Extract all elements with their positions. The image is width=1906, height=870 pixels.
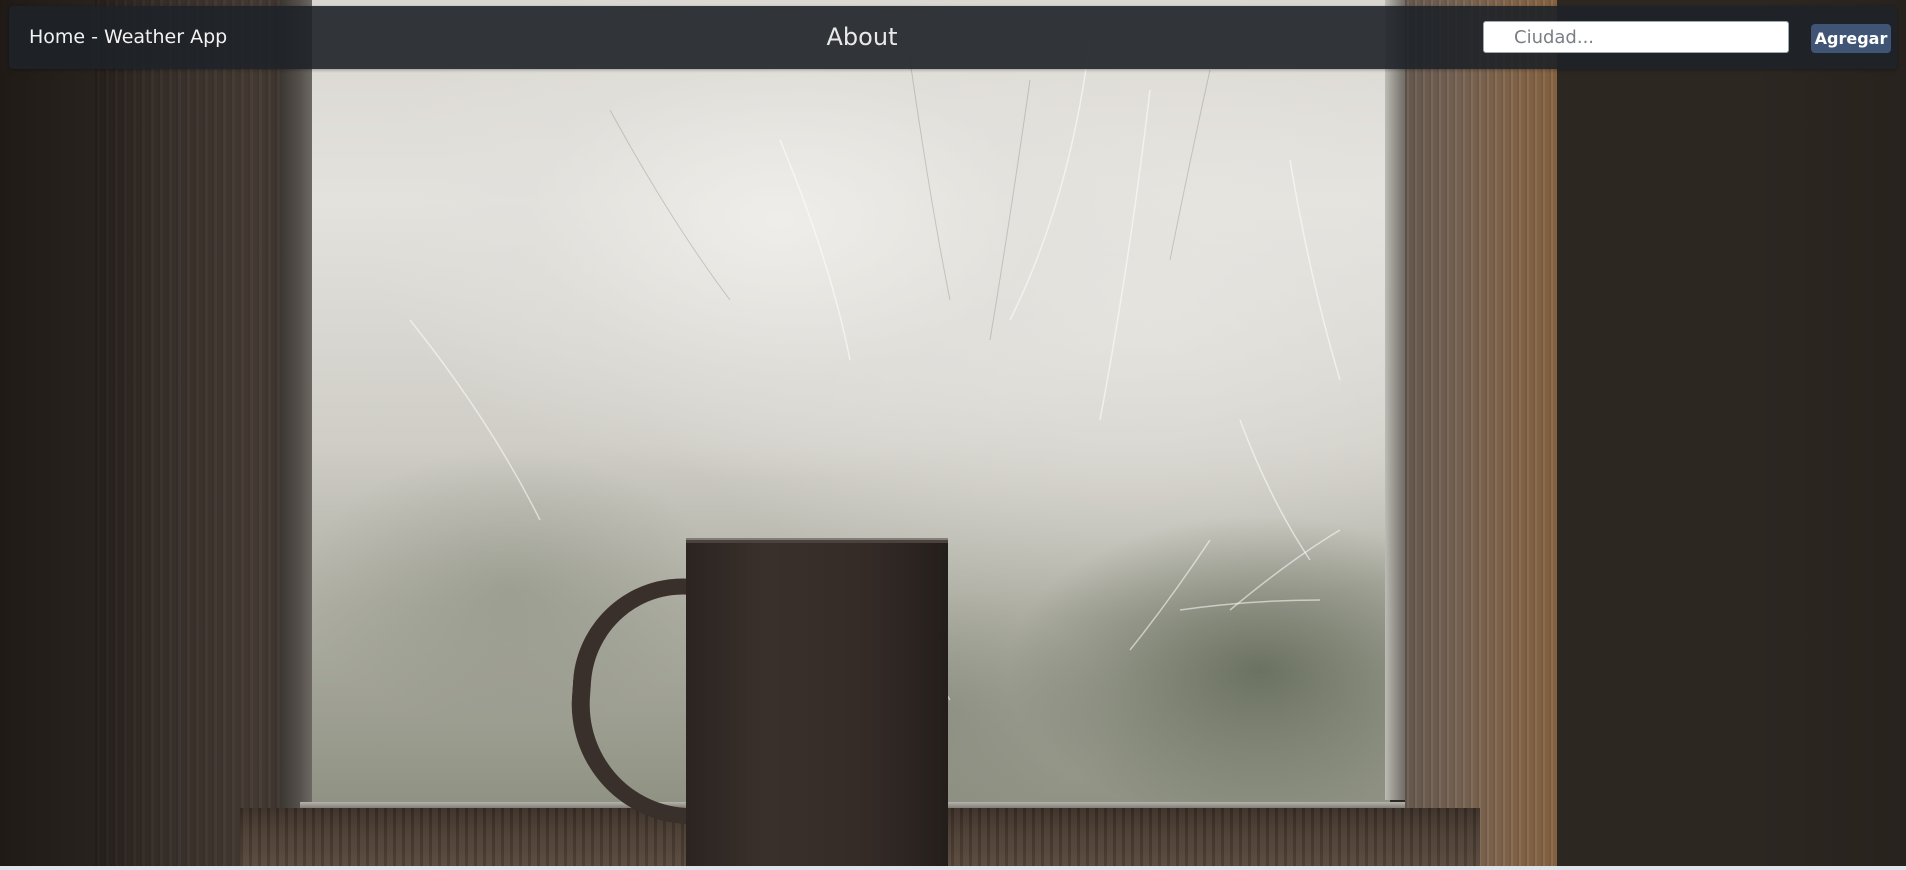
add-city-form: Agregar — [1483, 21, 1895, 55]
city-search-input[interactable] — [1483, 21, 1789, 53]
mug — [686, 540, 948, 866]
window-frame-left — [95, 0, 310, 866]
nav-about-link[interactable]: About — [817, 6, 907, 69]
nav-home-link[interactable]: Home - Weather App — [29, 6, 227, 69]
page-bottom-strip — [0, 866, 1906, 870]
add-city-button[interactable]: Agregar — [1811, 24, 1891, 53]
window-frame-right — [1405, 0, 1557, 866]
navbar: Home - Weather App About Agregar — [9, 6, 1897, 69]
window-frame-left-edge — [280, 0, 312, 815]
background-image — [0, 0, 1906, 866]
